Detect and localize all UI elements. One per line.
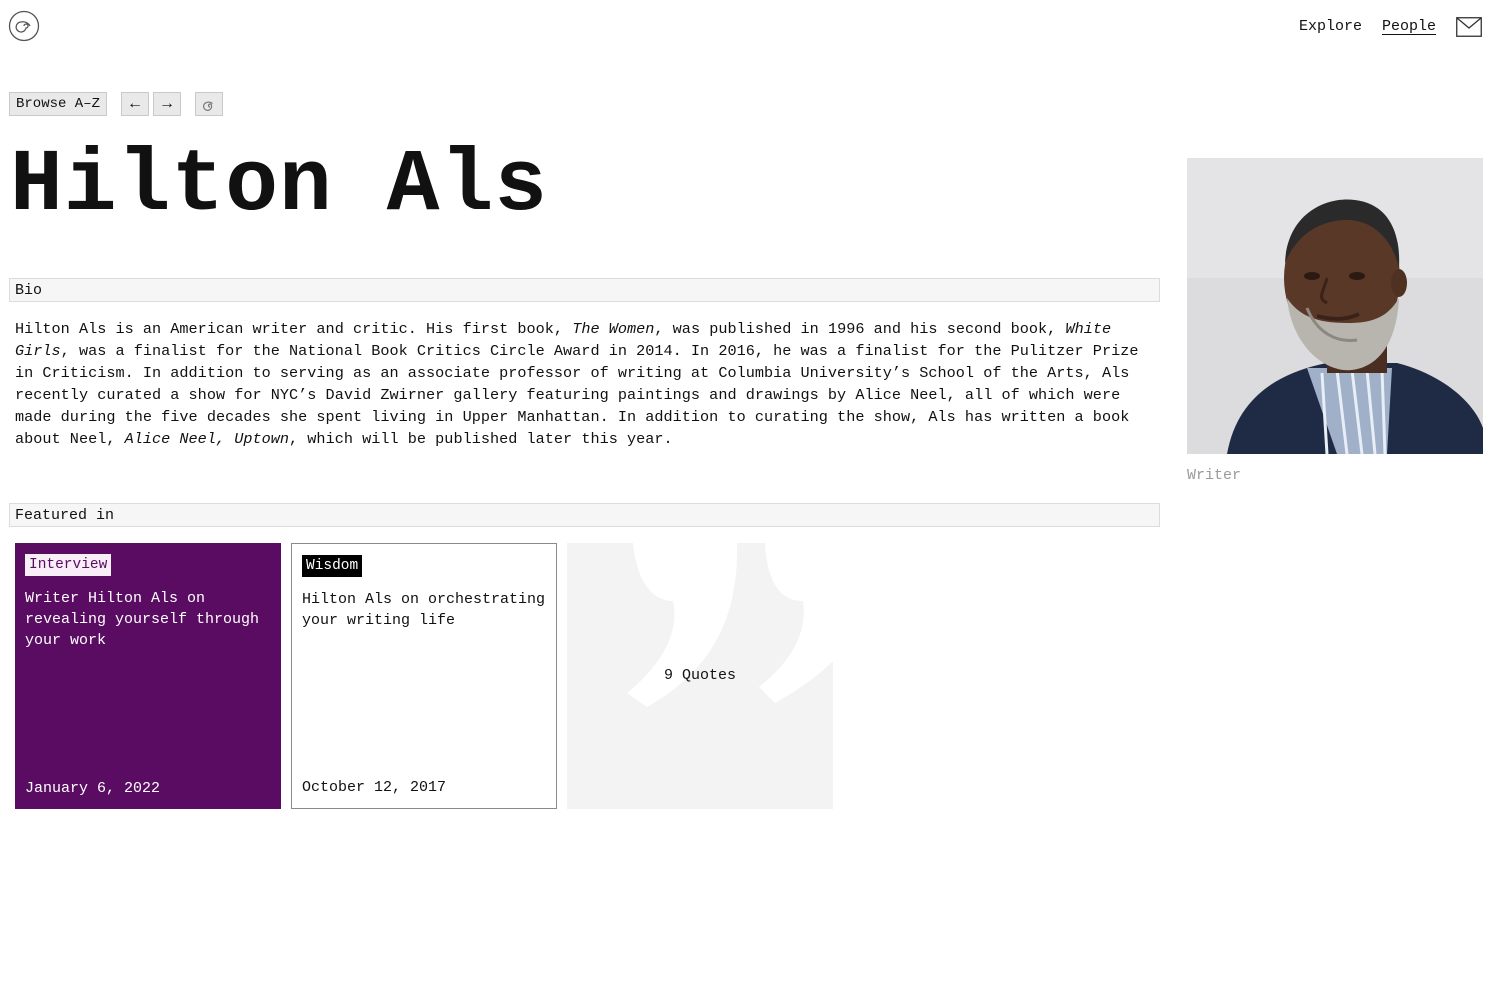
nav-people[interactable]: People (1382, 16, 1436, 38)
card-title: Hilton Als on orchestrating your writing… (302, 591, 546, 629)
spiral-logo-icon[interactable] (8, 10, 40, 42)
quotes-card[interactable]: 9 Quotes (567, 543, 833, 809)
bio-segment: , which will be published later this yea… (289, 430, 673, 448)
bio-segment: Hilton Als is an American writer and cri… (15, 320, 573, 338)
book-title-alice-neel-uptown: Alice Neel, Uptown (124, 430, 290, 448)
bio-text: Hilton Als is an American writer and cri… (15, 318, 1160, 450)
quotes-count: 9 Quotes (663, 667, 736, 684)
bio-segment: , was published in 1996 and his second b… (654, 320, 1066, 338)
card-date: October 12, 2017 (302, 779, 447, 796)
person-role: Writer (1187, 467, 1242, 484)
envelope-icon[interactable] (1456, 16, 1482, 38)
browse-az-button[interactable]: Browse A–Z (9, 92, 108, 116)
nav-explore[interactable]: Explore (1299, 16, 1362, 38)
random-button[interactable] (195, 92, 224, 116)
toolbar: Browse A–Z ← → (9, 92, 224, 116)
portrait-image (1187, 158, 1483, 454)
wisdom-tag: Wisdom (302, 555, 363, 577)
previous-button[interactable]: ← (121, 92, 150, 116)
next-button[interactable]: → (153, 92, 182, 116)
interview-tag: Interview (25, 554, 112, 576)
featured-heading: Featured in (9, 503, 1160, 527)
card-date: January 6, 2022 (25, 780, 161, 797)
page-title: Hilton Als (10, 137, 549, 236)
interview-card[interactable]: Interview Writer Hilton Als on revealing… (15, 543, 281, 809)
spiral-icon (203, 101, 213, 111)
wisdom-card[interactable]: Wisdom Hilton Als on orchestrating your … (291, 543, 557, 809)
book-title-the-women: The Women (572, 320, 655, 338)
pager: ← → (121, 92, 182, 116)
bio-heading: Bio (9, 278, 1160, 302)
top-nav: Explore People (1299, 16, 1482, 38)
card-title: Writer Hilton Als on revealing yourself … (25, 590, 260, 649)
